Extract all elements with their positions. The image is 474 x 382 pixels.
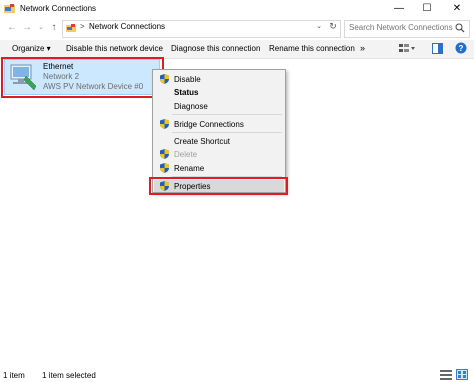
network-folder-icon xyxy=(66,24,76,32)
view-icon[interactable] xyxy=(399,43,415,54)
selection-count: 1 item selected xyxy=(42,371,96,380)
menu-item-bridge-connections[interactable]: Bridge Connections xyxy=(174,120,244,129)
shield-icon xyxy=(160,119,169,129)
context-menu xyxy=(152,69,286,193)
annotation-highlight xyxy=(149,177,288,195)
connection-device: AWS PV Network Device #0 xyxy=(43,82,144,91)
address-dropdown-icon[interactable]: ⌄ xyxy=(313,22,325,30)
menu-item-disable[interactable]: Disable xyxy=(174,75,201,84)
breadcrumb-separator: > xyxy=(80,22,85,31)
connection-name: Ethernet xyxy=(43,62,74,71)
organize-menu[interactable]: Organize ▾ xyxy=(12,44,51,53)
rename-connection-button[interactable]: Rename this connection xyxy=(269,44,355,53)
up-button[interactable]: ↑ xyxy=(47,21,61,35)
menu-item-rename[interactable]: Rename xyxy=(174,164,204,173)
shield-icon xyxy=(160,74,169,84)
network-adapter-icon xyxy=(10,64,37,91)
details-view-icon[interactable] xyxy=(440,369,452,380)
search-box[interactable] xyxy=(344,20,470,38)
shield-icon xyxy=(160,163,169,173)
connection-network: Network 2 xyxy=(43,72,80,81)
network-folder-icon xyxy=(4,4,15,13)
menu-item-create-shortcut[interactable]: Create Shortcut xyxy=(174,137,230,146)
svg-text:?: ? xyxy=(459,44,464,53)
maximize-button[interactable]: ☐ xyxy=(416,0,438,17)
diagnose-connection-button[interactable]: Diagnose this connection xyxy=(171,44,260,53)
breadcrumb-network-connections[interactable]: Network Connections xyxy=(89,22,165,31)
recent-locations-button[interactable]: ⌄ xyxy=(34,21,48,35)
details-pane-icon[interactable] xyxy=(432,43,443,54)
menu-item-status[interactable]: Status xyxy=(174,88,198,97)
close-button[interactable]: ✕ xyxy=(446,0,468,17)
large-icons-view-icon[interactable] xyxy=(456,369,468,380)
help-icon[interactable]: ? xyxy=(455,42,467,54)
item-count: 1 item xyxy=(3,371,25,380)
menu-item-delete: Delete xyxy=(174,150,198,159)
menu-item-diagnose[interactable]: Diagnose xyxy=(174,102,208,111)
search-icon[interactable] xyxy=(455,23,465,33)
menu-separator xyxy=(172,114,282,115)
refresh-button[interactable]: ↻ xyxy=(327,21,339,32)
shield-icon xyxy=(160,149,169,159)
minimize-button[interactable]: — xyxy=(388,0,410,17)
more-commands-button[interactable]: » xyxy=(360,43,365,53)
forward-button[interactable]: → xyxy=(20,21,34,35)
menu-separator xyxy=(172,132,282,133)
disable-device-button[interactable]: Disable this network device xyxy=(66,44,163,53)
back-button[interactable]: ← xyxy=(5,21,19,35)
search-input[interactable] xyxy=(349,23,453,32)
window-title: Network Connections xyxy=(20,4,97,13)
